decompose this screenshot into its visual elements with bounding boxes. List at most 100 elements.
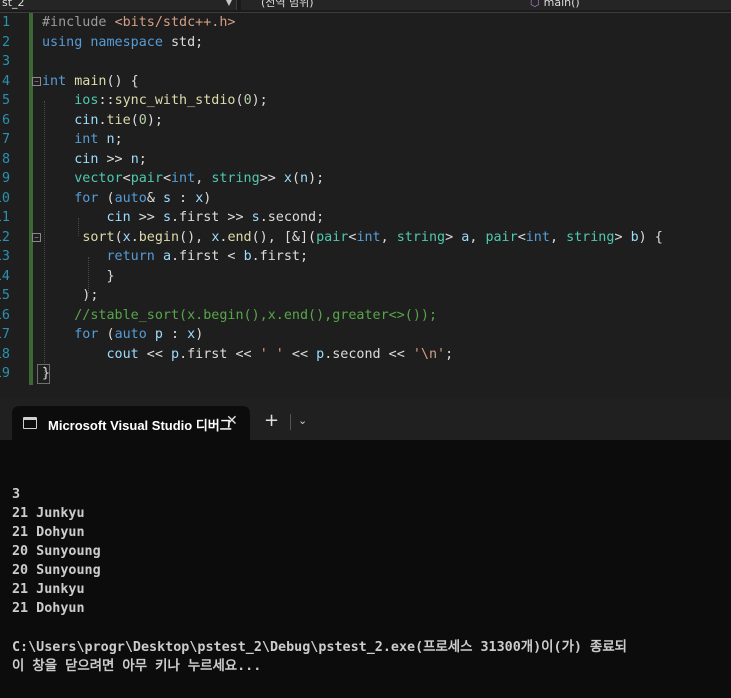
close-tab-button[interactable]: ✕: [226, 413, 238, 429]
code-text: }: [42, 267, 115, 287]
code-line[interactable]: 16 //stable_sort(x.begin(),x.end(),great…: [0, 306, 731, 326]
code-token: ) {: [638, 229, 663, 245]
code-token: ): [203, 190, 212, 206]
code-token: ,: [380, 229, 397, 245]
chevron-down-icon: ▼: [225, 0, 232, 7]
code-line[interactable]: 4 − int main() {: [0, 72, 731, 92]
code-token: tie: [106, 112, 131, 128]
code-token: ;: [114, 132, 123, 147]
method-cube-icon: ⬡: [530, 0, 540, 9]
code-token: (),: [179, 229, 212, 245]
code-token: string: [211, 171, 260, 186]
code-text: cin >> n;: [42, 150, 147, 170]
line-number-text: 12: [0, 229, 10, 245]
code-line[interactable]: 14 }: [0, 267, 731, 287]
code-token: () {: [106, 73, 139, 89]
code-token: cout: [106, 346, 139, 362]
terminal-tab[interactable]: Microsoft Visual Studio 디버그 ✕: [12, 406, 250, 440]
project-dropdown-label: st_2: [2, 0, 25, 9]
code-token: );: [146, 112, 163, 128]
code-token: int: [74, 132, 99, 147]
code-editor[interactable]: 1 #include <bits/stdc++.h> 2 using namespac…: [0, 13, 731, 385]
code-token: s: [251, 210, 260, 225]
code-token: (: [114, 229, 123, 245]
new-tab-button[interactable]: +: [264, 412, 279, 430]
code-token: s: [162, 190, 171, 206]
code-token: begin: [138, 229, 180, 245]
scope-dropdown-label: (전역 범위): [261, 0, 314, 9]
code-token: b: [630, 229, 639, 245]
code-token: auto: [114, 190, 147, 206]
terminal-output-line: 21 Dohyun: [12, 525, 85, 540]
code-text: cout << p.first << ' ' << p.second << '\…: [42, 345, 454, 365]
collapse-toggle-icon[interactable]: −: [32, 232, 41, 242]
code-token: a: [162, 249, 171, 264]
line-number: 11: [0, 208, 10, 228]
code-token: for: [74, 327, 99, 342]
code-token: b: [243, 249, 252, 264]
scope-dropdown[interactable]: (전역 범위) ▼: [241, 0, 544, 10]
code-line[interactable]: 6 cin.tie(0);: [0, 111, 731, 131]
code-token: x: [122, 229, 131, 245]
code-line[interactable]: 15 );: [0, 286, 731, 306]
code-token: }: [42, 366, 51, 381]
profile-dropdown-button[interactable]: ⌄: [298, 414, 307, 427]
terminal-output-line: 21 Junkyu: [12, 582, 85, 597]
code-token: cin: [74, 151, 99, 167]
line-number: 18: [0, 345, 10, 365]
code-line[interactable]: 12− sort(x.begin(), x.end(), [&](pair<in…: [0, 228, 731, 248]
code-token: );: [42, 288, 99, 303]
code-text: //stable_sort(x.begin(),x.end(),greater<…: [42, 306, 437, 326]
code-token: ios: [74, 93, 99, 108]
code-line[interactable]: 8 cin >> n;: [0, 150, 731, 170]
line-number: 5: [0, 91, 10, 111]
code-token: namespace: [90, 34, 163, 50]
code-token: x: [187, 327, 196, 342]
code-token: p: [154, 327, 163, 342]
function-dropdown[interactable]: ⬡ main(): [526, 0, 731, 10]
code-token: <: [122, 171, 131, 186]
line-number-text: 14: [0, 268, 10, 284]
code-line[interactable]: 18 cout << p.first << ' ' << p.second <<…: [0, 345, 731, 365]
code-token: //stable_sort(x.begin(),x.end(),greater<…: [74, 307, 438, 323]
code-token: .second <<: [324, 346, 413, 362]
code-token: ::: [98, 93, 115, 108]
code-line[interactable]: 2 using namespace std;: [0, 33, 731, 53]
line-number-text: 2: [1, 34, 10, 50]
code-token: ;: [445, 346, 454, 362]
code-line[interactable]: 13 return a.first < b.first;: [0, 247, 731, 267]
code-line[interactable]: 19}: [0, 364, 731, 384]
line-number-text: 10: [0, 190, 10, 206]
code-line[interactable]: 11 cin >> s.first >> s.second;: [0, 208, 731, 228]
code-token: >>: [130, 210, 163, 225]
line-number: 10: [0, 189, 10, 209]
code-line[interactable]: 1 #include <bits/stdc++.h>: [0, 13, 731, 33]
code-token: ' ': [259, 346, 284, 362]
line-number: 8: [0, 150, 10, 170]
code-token: }: [42, 268, 115, 284]
code-line[interactable]: 9 vector<pair<int, string>> x(n);: [0, 169, 731, 189]
code-text: cin >> s.first >> s.second;: [42, 208, 325, 228]
code-token: :: [171, 190, 196, 206]
code-line[interactable]: 7 int n;: [0, 130, 731, 150]
collapse-toggle-icon[interactable]: −: [32, 76, 41, 86]
debug-console-window[interactable]: Microsoft Visual Studio 디버그 ✕ + ⌄ 3 21 Ju…: [0, 398, 731, 698]
line-number: 1: [0, 13, 10, 33]
code-token: int: [42, 73, 67, 89]
code-token: (: [235, 93, 244, 108]
line-number-text: 15: [0, 288, 10, 303]
code-token: >: [445, 229, 462, 245]
code-line[interactable]: 3: [0, 52, 731, 72]
code-line[interactable]: 5 ios::sync_with_stdio(0);: [0, 91, 731, 111]
code-token: .: [130, 229, 139, 245]
code-line[interactable]: 17 for (auto p : x): [0, 325, 731, 345]
code-line[interactable]: 10 for (auto& s : x): [0, 189, 731, 209]
project-dropdown[interactable]: st_2 ▼: [0, 0, 237, 10]
code-token: <: [162, 171, 171, 186]
